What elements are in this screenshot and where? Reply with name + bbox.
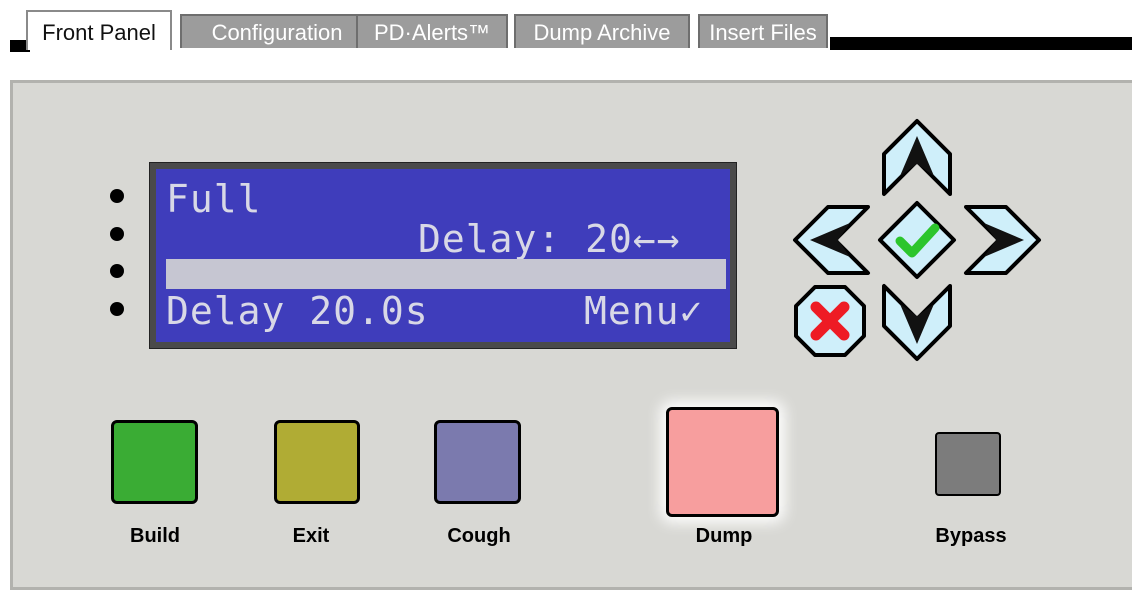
tab-pd-alerts[interactable]: PD·Alerts™ [356, 14, 508, 48]
tab-configuration[interactable]: Configuration [180, 14, 374, 48]
nav-up-button[interactable] [880, 118, 954, 198]
nav-cancel-button[interactable] [793, 284, 867, 358]
indicator-led-4 [110, 302, 124, 316]
indicator-led-1 [110, 189, 124, 203]
tab-insert-files[interactable]: Insert Files [698, 14, 828, 48]
indicator-led-2 [110, 227, 124, 241]
lcd-display: Full Delay: 20←→ Delay 20.0s Menu✓ [150, 163, 736, 348]
dump-label: Dump [695, 525, 753, 547]
lcd-blank-line [166, 259, 726, 289]
tab-front-panel[interactable]: Front Panel [26, 10, 172, 50]
build-button[interactable] [111, 420, 198, 504]
bypass-label: Bypass [935, 525, 1007, 547]
nav-left-button[interactable] [792, 202, 872, 278]
exit-button[interactable] [274, 420, 360, 504]
cough-label: Cough [447, 525, 511, 547]
nav-right-button[interactable] [962, 202, 1042, 278]
nav-ok-button[interactable] [877, 200, 957, 280]
dump-button[interactable] [666, 407, 779, 517]
build-label: Build [130, 525, 180, 547]
lcd-line-1: Full [166, 177, 262, 221]
nav-down-button[interactable] [880, 282, 954, 362]
indicator-led-3 [110, 264, 124, 278]
lcd-line-2: Delay: 20←→ [418, 217, 681, 261]
lcd-status-text: Delay 20.0s [166, 289, 429, 333]
lcd-menu-hint: Menu✓ [584, 289, 704, 333]
tab-bar-rule-right [830, 37, 1132, 50]
cough-button[interactable] [434, 420, 521, 504]
bypass-button[interactable] [935, 432, 1001, 496]
exit-label: Exit [292, 525, 330, 547]
tab-dump-archive[interactable]: Dump Archive [514, 14, 690, 48]
